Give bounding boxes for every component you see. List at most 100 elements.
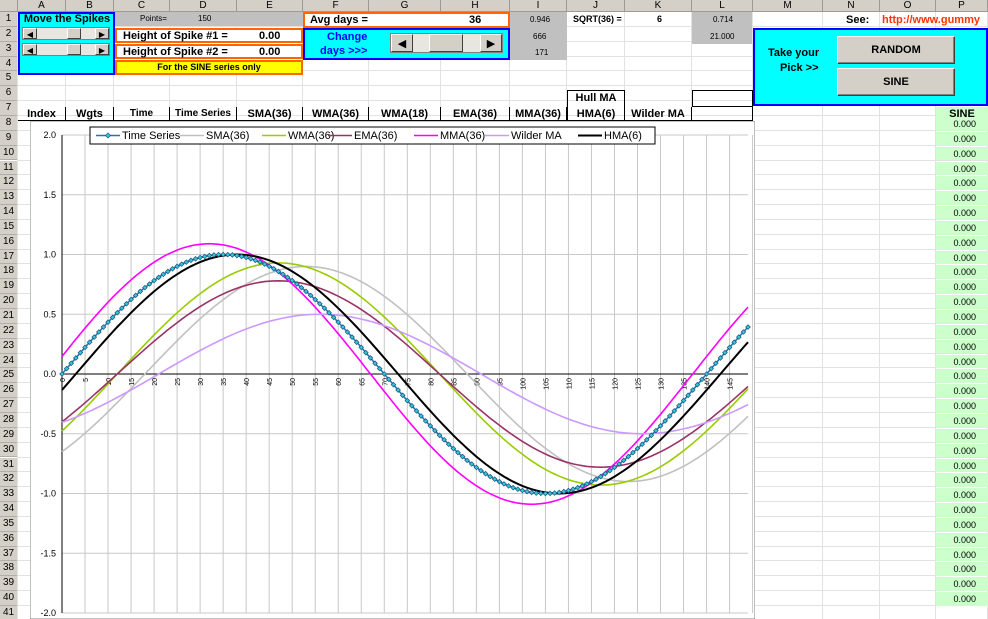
row-header[interactable]: 6 (0, 86, 18, 102)
row-header[interactable]: 41 (0, 606, 18, 619)
sine-cell[interactable]: 0.000 (936, 176, 988, 191)
row-header[interactable]: 38 (0, 561, 18, 577)
sine-cell[interactable]: 0.000 (936, 310, 988, 324)
row-header[interactable]: 15 (0, 219, 18, 235)
scroll-left-icon[interactable]: ◀ (23, 28, 37, 39)
column-header[interactable]: G (369, 0, 441, 12)
scroll-right-icon[interactable]: ▶ (95, 28, 109, 39)
row-header[interactable]: 19 (0, 279, 18, 295)
row-header[interactable]: 14 (0, 205, 18, 220)
sine-cell[interactable]: 0.000 (936, 116, 988, 131)
sine-cell[interactable]: 0.000 (936, 592, 988, 606)
column-header[interactable]: M (753, 0, 823, 12)
column-header[interactable]: E (237, 0, 303, 12)
row-header[interactable]: 7 (0, 101, 18, 116)
row-header[interactable]: 25 (0, 368, 18, 384)
sine-cell[interactable]: 0.000 (936, 235, 988, 250)
moving-average-chart[interactable]: 2.01.51.00.50.0-0.5-1.0-1.5-2.00 5 10 15 20 2… (30, 121, 755, 619)
sine-cell[interactable]: 0.000 (936, 458, 988, 473)
spike1-value[interactable]: 0.00 (259, 30, 280, 42)
column-header[interactable]: K (625, 0, 692, 12)
row-header[interactable]: 30 (0, 442, 18, 458)
column-header[interactable]: H (441, 0, 510, 12)
sine-cell[interactable]: 0.000 (936, 473, 988, 488)
scroll-thumb[interactable] (429, 34, 463, 52)
sine-cell[interactable]: 0.000 (936, 384, 988, 399)
row-header[interactable]: 37 (0, 546, 18, 562)
row-header[interactable]: 31 (0, 457, 18, 473)
row-header[interactable]: 20 (0, 294, 18, 309)
row-header[interactable]: 11 (0, 160, 18, 176)
row-header[interactable]: 10 (0, 145, 18, 161)
column-header[interactable]: L (692, 0, 753, 12)
sine-cell[interactable]: 0.000 (936, 161, 988, 176)
sine-cell[interactable]: 0.000 (936, 280, 988, 295)
sine-cell[interactable]: 0.000 (936, 146, 988, 161)
sine-cell[interactable]: 0.000 (936, 488, 988, 502)
sine-button[interactable]: SINE (837, 68, 955, 96)
sine-cell[interactable]: 0.000 (936, 562, 988, 577)
sine-cell[interactable]: 0.000 (936, 399, 988, 413)
row-header[interactable]: 26 (0, 383, 18, 399)
column-header[interactable]: I (510, 0, 567, 12)
row-header[interactable]: 12 (0, 175, 18, 191)
row-header[interactable]: 29 (0, 427, 18, 443)
days-scrollbar[interactable]: ◀ ▶ (390, 33, 503, 53)
random-button[interactable]: RANDOM (837, 36, 955, 64)
sine-cell[interactable]: 0.000 (936, 369, 988, 384)
row-header[interactable]: 13 (0, 190, 18, 206)
column-header[interactable]: O (880, 0, 936, 12)
sine-cell[interactable]: 0.000 (936, 324, 988, 339)
column-header[interactable]: A (18, 0, 66, 12)
sine-cell[interactable]: 0.000 (936, 206, 988, 220)
spike2-scrollbar[interactable]: ◀ ▶ (22, 43, 110, 56)
sine-cell[interactable]: 0.000 (936, 339, 988, 354)
sine-cell[interactable]: 0.000 (936, 413, 988, 428)
select-all-corner[interactable] (0, 0, 18, 12)
sine-cell[interactable]: 0.000 (936, 295, 988, 309)
row-header[interactable]: 40 (0, 591, 18, 606)
row-header[interactable]: 22 (0, 323, 18, 339)
row-header[interactable]: 28 (0, 412, 18, 428)
column-header[interactable]: P (936, 0, 988, 12)
sine-cell[interactable]: 0.000 (936, 265, 988, 280)
row-header[interactable]: 1 (0, 12, 18, 27)
row-header[interactable]: 27 (0, 398, 18, 413)
column-header[interactable]: F (303, 0, 369, 12)
sine-cell[interactable]: 0.000 (936, 517, 988, 532)
sine-cell[interactable]: 0.000 (936, 577, 988, 592)
row-header[interactable]: 36 (0, 531, 18, 547)
sine-cell[interactable]: 0.000 (936, 503, 988, 517)
spike2-value[interactable]: 0.00 (259, 46, 280, 58)
row-header[interactable]: 23 (0, 338, 18, 354)
scroll-right-icon[interactable]: ▶ (95, 44, 109, 55)
row-header[interactable]: 8 (0, 115, 18, 131)
row-header[interactable]: 17 (0, 249, 18, 265)
sine-cell[interactable]: 0.000 (936, 443, 988, 458)
sine-cell[interactable]: 0.000 (936, 354, 988, 369)
scroll-right-icon[interactable]: ▶ (480, 34, 502, 52)
sine-cell[interactable]: 0.000 (936, 547, 988, 562)
scroll-left-icon[interactable]: ◀ (23, 44, 37, 55)
sine-cell[interactable]: 0.000 (936, 131, 988, 146)
row-header[interactable]: 16 (0, 234, 18, 250)
row-header[interactable]: 34 (0, 502, 18, 517)
sine-cell[interactable]: 0.000 (936, 532, 988, 547)
row-header[interactable]: 24 (0, 353, 18, 369)
row-header[interactable]: 5 (0, 71, 18, 87)
row-header[interactable]: 2 (0, 26, 18, 42)
column-header[interactable]: N (823, 0, 880, 12)
column-header[interactable]: J (567, 0, 625, 12)
column-header[interactable]: C (114, 0, 170, 12)
row-header[interactable]: 9 (0, 130, 18, 146)
sine-cell[interactable]: 0.000 (936, 428, 988, 443)
column-header[interactable]: B (66, 0, 114, 12)
row-header[interactable]: 39 (0, 576, 18, 592)
sine-cell[interactable]: 0.000 (936, 191, 988, 205)
row-header[interactable]: 18 (0, 264, 18, 280)
scroll-thumb[interactable] (67, 28, 81, 39)
row-header[interactable]: 32 (0, 472, 18, 488)
row-header[interactable]: 35 (0, 516, 18, 532)
row-header[interactable]: 3 (0, 41, 18, 57)
sine-cell[interactable]: 0.000 (936, 250, 988, 265)
